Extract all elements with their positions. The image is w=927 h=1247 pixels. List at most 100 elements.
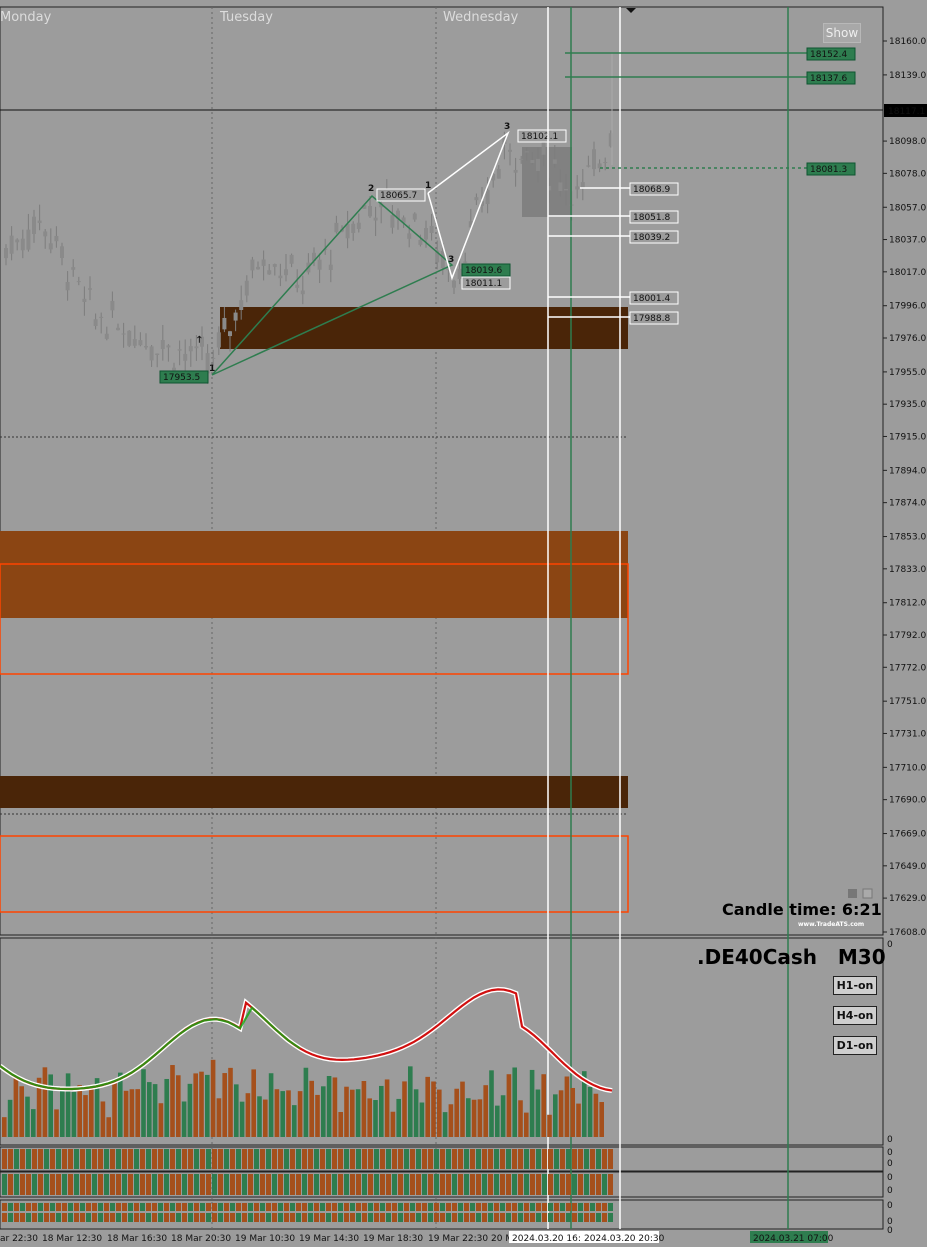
signal-cell xyxy=(284,1203,289,1211)
candle-body xyxy=(429,225,434,234)
time-axis-label: 19 Mar 10:30 xyxy=(235,1234,295,1244)
signal-cell xyxy=(548,1213,553,1222)
signal-cell xyxy=(44,1149,49,1169)
signal-cell xyxy=(530,1174,535,1195)
volume-bar xyxy=(112,1082,117,1137)
volume-bar xyxy=(547,1114,552,1137)
candle-body xyxy=(211,357,216,359)
signal-cell xyxy=(464,1213,469,1222)
volume-bar xyxy=(83,1095,88,1137)
volume-bar xyxy=(251,1069,256,1137)
signal-cell xyxy=(146,1149,151,1169)
signal-cell xyxy=(230,1174,235,1195)
signal-cell xyxy=(290,1203,295,1211)
signal-cell xyxy=(362,1149,367,1169)
signal-cell xyxy=(362,1213,367,1222)
time-marker: 2024.03.21 07:00 xyxy=(753,1234,834,1244)
signal-cell xyxy=(320,1149,325,1169)
volume-bar xyxy=(524,1112,529,1137)
signal-cell xyxy=(146,1174,151,1195)
signal-cell xyxy=(470,1203,475,1211)
signal-cell xyxy=(230,1203,235,1211)
signal-cell xyxy=(182,1203,187,1211)
signal-cell xyxy=(398,1149,403,1169)
signal-cell xyxy=(176,1213,181,1222)
volume-bar xyxy=(210,1059,216,1137)
volume-bar xyxy=(141,1069,146,1137)
signal-cell xyxy=(386,1174,391,1195)
candle-body xyxy=(440,250,445,269)
signal-cell xyxy=(338,1203,343,1211)
candle-body xyxy=(93,319,98,327)
wave-number: 2 xyxy=(368,184,374,194)
candle-body xyxy=(104,333,109,339)
price-axis-label: 17976.0 xyxy=(889,334,926,344)
price-axis-label: 17629.0 xyxy=(889,894,926,904)
signal-cell xyxy=(248,1149,253,1169)
volume-bar xyxy=(599,1102,604,1137)
signal-cell xyxy=(170,1149,175,1169)
signal-cell xyxy=(206,1203,211,1211)
signal-cell xyxy=(572,1149,577,1169)
price-axis-label: 18057.0 xyxy=(889,203,926,213)
signal-cell xyxy=(602,1174,607,1195)
signal-cell xyxy=(284,1149,289,1169)
signal-cell xyxy=(368,1213,373,1222)
signal-cell xyxy=(326,1203,331,1211)
label-p2: 18065.7 xyxy=(380,191,417,201)
h1-toggle-button[interactable]: H1-on xyxy=(833,976,877,995)
d1-toggle-button[interactable]: D1-on xyxy=(833,1036,877,1055)
level-label: 18081.3 xyxy=(810,165,847,175)
candle-body xyxy=(71,267,76,270)
zero-label: 0 xyxy=(887,1135,893,1145)
signal-cell xyxy=(542,1213,547,1222)
signal-cell xyxy=(590,1213,595,1222)
signal-cell xyxy=(164,1213,169,1222)
signal-cell xyxy=(152,1174,157,1195)
volume-bar xyxy=(309,1080,314,1137)
volume-bar xyxy=(176,1075,181,1137)
signal-cell xyxy=(386,1203,391,1211)
volume-bar xyxy=(222,1073,227,1137)
time-axis-label: 19 Mar 22:30 xyxy=(428,1234,488,1244)
signal-cell xyxy=(512,1213,517,1222)
signal-cell xyxy=(602,1213,607,1222)
label-p3-bottom: 18011.1 xyxy=(465,279,502,289)
candle-body xyxy=(496,168,501,179)
show-button[interactable]: Show xyxy=(823,23,861,43)
signal-cell xyxy=(578,1174,583,1195)
label-p3-top: 18102.1 xyxy=(521,132,558,142)
signal-cell xyxy=(518,1203,523,1211)
signal-cell xyxy=(518,1174,523,1195)
signal-cell xyxy=(116,1213,121,1222)
signal-cell xyxy=(572,1213,577,1222)
volume-bar xyxy=(477,1099,483,1137)
signal-cell xyxy=(164,1174,169,1195)
signal-cell xyxy=(206,1149,211,1169)
h4-toggle-button[interactable]: H4-on xyxy=(833,1006,877,1025)
signal-cell xyxy=(356,1149,361,1169)
signal-cell xyxy=(152,1149,157,1169)
signal-cell xyxy=(308,1203,313,1211)
time-marker: 2024.03.20 16:1 xyxy=(512,1234,587,1244)
signal-cell xyxy=(446,1213,451,1222)
signal-cell xyxy=(134,1203,139,1211)
candle-body xyxy=(37,220,42,224)
signal-cell xyxy=(572,1203,577,1211)
volume-bar xyxy=(350,1089,355,1137)
signal-cell xyxy=(302,1203,307,1211)
signal-cell xyxy=(338,1149,343,1169)
signal-cell xyxy=(128,1213,133,1222)
volume-bar xyxy=(379,1085,384,1137)
signal-cell xyxy=(302,1174,307,1195)
signal-cell xyxy=(506,1149,511,1169)
candle-body xyxy=(368,206,372,217)
candle-body xyxy=(564,188,568,191)
signal-cell xyxy=(200,1174,205,1195)
price-chart[interactable]: Monday Tuesday Wednesday 1 2 1 3 3 🡑 17953.5 18065… xyxy=(0,0,927,1247)
signal-cell xyxy=(446,1149,451,1169)
signal-cell xyxy=(302,1213,307,1222)
volume-bar xyxy=(25,1096,30,1137)
signal-cell xyxy=(14,1203,19,1211)
candle-time-readout: Candle time: 6:21 xyxy=(722,900,882,919)
